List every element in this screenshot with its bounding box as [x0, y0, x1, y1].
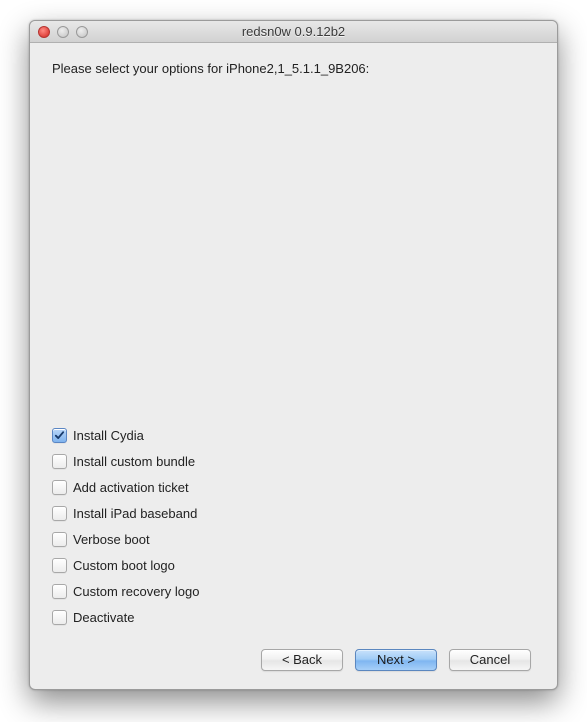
back-button[interactable]: < Back	[261, 649, 343, 671]
option-custom-boot-logo[interactable]: Custom boot logo	[52, 558, 535, 573]
option-verbose-boot[interactable]: Verbose boot	[52, 532, 535, 547]
checkbox-icon[interactable]	[52, 558, 67, 573]
option-label: Custom boot logo	[73, 558, 175, 573]
option-label: Install Cydia	[73, 428, 144, 443]
option-label: Install iPad baseband	[73, 506, 197, 521]
spacer	[52, 86, 535, 428]
checkbox-icon[interactable]	[52, 610, 67, 625]
option-install-custom-bundle[interactable]: Install custom bundle	[52, 454, 535, 469]
next-button[interactable]: Next >	[355, 649, 437, 671]
checkbox-icon[interactable]	[52, 428, 67, 443]
option-custom-recovery-logo[interactable]: Custom recovery logo	[52, 584, 535, 599]
checkbox-icon[interactable]	[52, 480, 67, 495]
content-area: Please select your options for iPhone2,1…	[30, 43, 557, 689]
window-controls	[30, 26, 88, 38]
button-row: < Back Next > Cancel	[52, 643, 535, 675]
option-install-ipad-baseband[interactable]: Install iPad baseband	[52, 506, 535, 521]
checkbox-icon[interactable]	[52, 532, 67, 547]
zoom-icon[interactable]	[76, 26, 88, 38]
option-add-activation-ticket[interactable]: Add activation ticket	[52, 480, 535, 495]
checkbox-icon[interactable]	[52, 454, 67, 469]
option-label: Install custom bundle	[73, 454, 195, 469]
option-deactivate[interactable]: Deactivate	[52, 610, 535, 625]
app-window: redsn0w 0.9.12b2 Please select your opti…	[29, 20, 558, 690]
option-label: Custom recovery logo	[73, 584, 199, 599]
cancel-button[interactable]: Cancel	[449, 649, 531, 671]
minimize-icon[interactable]	[57, 26, 69, 38]
titlebar[interactable]: redsn0w 0.9.12b2	[30, 21, 557, 43]
instruction-text: Please select your options for iPhone2,1…	[52, 61, 535, 76]
checkbox-icon[interactable]	[52, 584, 67, 599]
option-label: Verbose boot	[73, 532, 150, 547]
option-label: Deactivate	[73, 610, 134, 625]
option-label: Add activation ticket	[73, 480, 189, 495]
options-list: Install Cydia Install custom bundle Add …	[52, 428, 535, 625]
window-title: redsn0w 0.9.12b2	[30, 24, 557, 39]
close-icon[interactable]	[38, 26, 50, 38]
checkbox-icon[interactable]	[52, 506, 67, 521]
option-install-cydia[interactable]: Install Cydia	[52, 428, 535, 443]
